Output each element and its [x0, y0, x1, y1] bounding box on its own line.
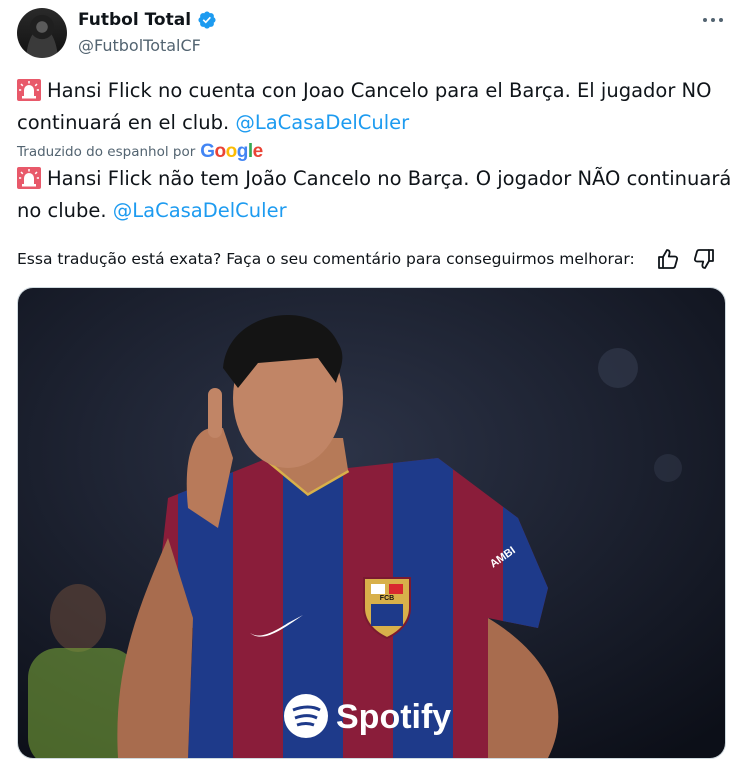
- crest-label: FCB: [380, 595, 394, 602]
- sponsor-wordmark: Spotify: [336, 698, 451, 736]
- original-mention-link[interactable]: @LaCasaDelCuler: [235, 111, 409, 134]
- more-options-button[interactable]: [700, 10, 726, 30]
- player-photo: FCB Spotify AMBI: [18, 288, 725, 758]
- author-handle[interactable]: @FutbolTotalCF: [78, 36, 201, 55]
- translation-attribution: Traduzido do espanhol por Google: [17, 141, 263, 163]
- author-avatar[interactable]: [17, 8, 67, 58]
- dot-icon: [711, 18, 715, 22]
- tweet-media-photo[interactable]: FCB Spotify AMBI: [17, 287, 726, 759]
- author-name-row: Futbol Total: [78, 10, 217, 30]
- translated-mention-link[interactable]: @LaCasaDelCuler: [113, 199, 287, 222]
- translation-feedback-question: Essa tradução está exata? Faça o seu com…: [17, 250, 635, 268]
- author-display-name[interactable]: Futbol Total: [78, 10, 191, 30]
- dot-icon: [703, 18, 707, 22]
- original-tweet-text: Hansi Flick no cuenta con Joao Cancelo p…: [17, 75, 732, 139]
- translation-label: Traduzido do espanhol por: [17, 144, 196, 160]
- siren-icon: [17, 79, 41, 101]
- verified-badge-icon: [198, 11, 216, 29]
- translated-tweet-text: Hansi Flick não tem João Cancelo no Barç…: [17, 163, 732, 227]
- thumbs-down-icon[interactable]: [692, 247, 716, 271]
- google-logo[interactable]: Google: [200, 141, 263, 163]
- siren-icon: [17, 167, 41, 189]
- thumbs-up-icon[interactable]: [656, 247, 680, 271]
- dot-icon: [719, 18, 723, 22]
